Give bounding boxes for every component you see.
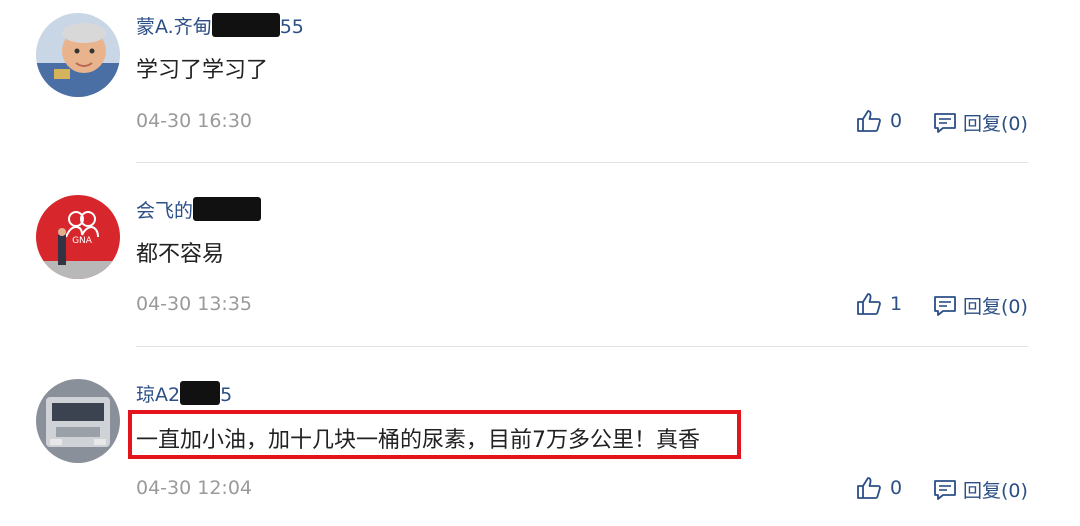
comment-text: 都不容易 [136, 242, 225, 267]
avatar[interactable]: GNA [36, 195, 120, 279]
username-tail[interactable]: 55 [280, 16, 304, 38]
redaction-block [180, 381, 221, 405]
like-count: 1 [890, 293, 903, 315]
reply-bubble-icon [933, 478, 957, 502]
comment-text: 学习了学习了 [136, 58, 269, 83]
highlight-box [128, 410, 741, 459]
redaction-block [211, 13, 280, 37]
reply-button[interactable]: 回复(0) [933, 109, 1028, 136]
like-button[interactable]: 0 [856, 109, 902, 133]
username[interactable]: 蒙A.齐甸 55 [136, 12, 304, 39]
username-visible[interactable]: 会飞的 [136, 200, 193, 222]
username[interactable]: 会飞的 [136, 196, 262, 223]
thumbs-up-icon [856, 292, 882, 316]
reply-label: 回复(0) [963, 113, 1028, 135]
redaction-block [193, 197, 262, 221]
reply-button[interactable]: 回复(0) [933, 292, 1028, 319]
like-button[interactable]: 1 [856, 292, 902, 316]
reply-bubble-icon [933, 111, 957, 135]
like-count: 0 [890, 110, 903, 132]
avatar[interactable] [36, 13, 120, 97]
comment-time: 04-30 16:30 [136, 110, 253, 132]
reply-label: 回复(0) [963, 296, 1028, 318]
reply-label: 回复(0) [963, 480, 1028, 502]
thumbs-up-icon [856, 476, 882, 500]
username-tail[interactable]: 5 [220, 384, 232, 406]
username[interactable]: 琼A2 5 [136, 380, 232, 407]
username-visible[interactable]: 蒙A.齐甸 [136, 16, 212, 38]
avatar[interactable] [36, 379, 120, 463]
reply-bubble-icon [933, 294, 957, 318]
username-visible[interactable]: 琼A2 [136, 384, 180, 406]
svg-text:GNA: GNA [72, 236, 93, 246]
comment-time: 04-30 12:04 [136, 477, 253, 499]
like-button[interactable]: 0 [856, 476, 902, 500]
divider [136, 162, 1028, 163]
reply-button[interactable]: 回复(0) [933, 476, 1028, 503]
truck-photo-avatar-icon [36, 379, 120, 463]
divider [136, 346, 1028, 347]
baby-photo-avatar-icon [36, 13, 120, 97]
like-count: 0 [890, 477, 903, 499]
comment-time: 04-30 13:35 [136, 293, 253, 315]
thumbs-up-icon [856, 109, 882, 133]
red-logo-avatar-icon: GNA [36, 195, 120, 279]
